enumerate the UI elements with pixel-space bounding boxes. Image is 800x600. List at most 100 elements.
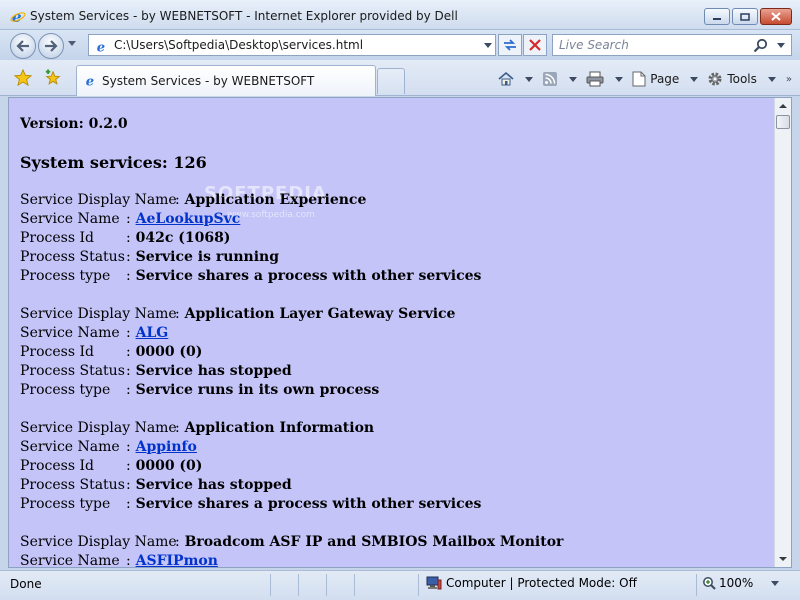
scroll-up-button[interactable]: [775, 98, 791, 114]
process-status-value: : Service has stopped: [126, 477, 292, 493]
tools-dropdown-icon[interactable]: [767, 76, 776, 82]
service-name-link[interactable]: AeLookupSvc: [136, 211, 241, 227]
window-title: System Services - by WEBNETSOFT - Intern…: [30, 9, 458, 23]
search-box[interactable]: Live Search: [552, 34, 792, 56]
scroll-thumb[interactable]: [776, 115, 790, 129]
service-name-label: Service Name: [20, 553, 120, 567]
command-bar: Page Tools »: [495, 68, 792, 90]
process-id-label: Process Id: [20, 458, 94, 474]
tab-bar: e System Services - by WEBNETSOFT Page T…: [0, 60, 800, 96]
zoom-dropdown-icon[interactable]: [771, 580, 780, 586]
refresh-button[interactable]: [498, 34, 522, 56]
minimize-icon: [713, 17, 721, 20]
display-name-value: : Application Layer Gateway Service: [175, 306, 456, 322]
tools-menu-button[interactable]: Tools: [704, 68, 760, 90]
window-controls: [704, 8, 792, 25]
process-id-value: : 042c (1068): [126, 230, 231, 246]
feeds-button[interactable]: [539, 68, 561, 90]
service-name-link[interactable]: Appinfo: [136, 439, 197, 455]
more-tools-chevron[interactable]: »: [786, 74, 792, 85]
service-name-label: Service Name: [20, 325, 120, 341]
search-options-dropdown-icon[interactable]: [777, 43, 785, 48]
svg-text:e: e: [86, 74, 94, 87]
print-button[interactable]: [583, 68, 607, 90]
refresh-icon: [504, 39, 516, 51]
search-placeholder[interactable]: Live Search: [559, 38, 629, 52]
minimize-button[interactable]: [704, 8, 730, 25]
computer-icon: [426, 576, 442, 590]
status-divider: [326, 574, 327, 596]
process-type-value: : Service shares a process with other se…: [126, 268, 482, 284]
services-count-heading: System services: 126: [20, 153, 207, 172]
address-url[interactable]: C:\Users\Softpedia\Desktop\services.html: [114, 38, 363, 52]
scroll-up-icon: [779, 104, 787, 108]
tab-label[interactable]: System Services - by WEBNETSOFT: [102, 74, 314, 88]
forward-arrow-icon: [45, 40, 58, 52]
page-viewport: Version: 0.2.0 System services: 126 SOFT…: [8, 97, 792, 568]
tab-active[interactable]: e System Services - by WEBNETSOFT: [76, 65, 376, 96]
status-divider: [354, 574, 355, 596]
service-name-value: : ASFIPmon: [126, 553, 218, 567]
close-button[interactable]: [760, 8, 792, 25]
tools-menu-label[interactable]: Tools: [727, 72, 757, 86]
add-to-favorites-icon[interactable]: [44, 69, 62, 90]
zoom-control[interactable]: 100%: [702, 576, 785, 590]
search-icon[interactable]: [753, 38, 769, 57]
process-type-value: : Service runs in its own process: [126, 382, 380, 398]
status-text: Done: [10, 577, 42, 591]
maximize-button[interactable]: [732, 8, 758, 25]
scroll-down-button[interactable]: [775, 551, 791, 567]
process-status-value: : Service is running: [126, 249, 280, 265]
status-divider: [696, 574, 697, 596]
service-name-value: : AeLookupSvc: [126, 211, 241, 227]
process-status-label: Process Status: [20, 477, 125, 493]
service-name-link[interactable]: ASFIPmon: [136, 553, 218, 567]
rss-feed-icon: [543, 72, 558, 86]
process-id-value: : 0000 (0): [126, 344, 203, 360]
process-type-label: Process type: [20, 382, 111, 398]
vertical-scrollbar[interactable]: [774, 98, 791, 567]
favorites-star-icon[interactable]: [13, 68, 33, 90]
process-type-label: Process type: [20, 496, 111, 512]
print-dropdown-icon[interactable]: [615, 76, 624, 82]
forward-button[interactable]: [38, 33, 64, 59]
navigation-bar: e C:\Users\Softpedia\Desktop\services.ht…: [0, 30, 800, 60]
feeds-dropdown-icon[interactable]: [569, 76, 578, 82]
back-button[interactable]: [10, 33, 36, 59]
page-content: Version: 0.2.0 System services: 126 SOFT…: [9, 98, 775, 567]
service-entry: Service Display Name: Application Layer …: [20, 305, 760, 400]
status-divider: [298, 574, 299, 596]
process-type-label: Process type: [20, 268, 111, 284]
service-name-link[interactable]: ALG: [136, 325, 169, 341]
stop-button[interactable]: [523, 34, 547, 56]
page-menu-label[interactable]: Page: [650, 72, 679, 86]
status-divider: [270, 574, 271, 596]
display-name-value: : Application Experience: [175, 192, 367, 208]
process-status-value: : Service has stopped: [126, 363, 292, 379]
zoom-level: 100%: [719, 576, 754, 590]
recent-pages-dropdown[interactable]: [68, 41, 76, 46]
security-zone[interactable]: Computer | Protected Mode: Off: [426, 576, 637, 590]
home-dropdown-icon[interactable]: [525, 76, 534, 82]
home-icon: [498, 71, 514, 86]
display-name-label: Service Display Name: [20, 420, 177, 436]
process-type-value: : Service shares a process with other se…: [126, 496, 482, 512]
page-icon: [632, 71, 646, 87]
process-id-label: Process Id: [20, 344, 94, 360]
display-name-label: Service Display Name: [20, 306, 177, 322]
gear-icon: [708, 72, 722, 86]
process-status-label: Process Status: [20, 249, 125, 265]
internet-explorer-icon: e: [10, 8, 26, 27]
address-dropdown-icon[interactable]: [484, 43, 492, 48]
page-dropdown-icon[interactable]: [690, 76, 699, 82]
service-name-value: : ALG: [126, 325, 169, 341]
address-bar[interactable]: e C:\Users\Softpedia\Desktop\services.ht…: [88, 34, 496, 56]
svg-text:e: e: [97, 40, 105, 53]
service-entry: Service Display Name: Broadcom ASF IP an…: [20, 533, 760, 567]
page-menu-button[interactable]: Page: [629, 68, 682, 90]
version-heading: Version: 0.2.0: [20, 116, 128, 132]
new-tab-button[interactable]: [377, 68, 405, 94]
home-button[interactable]: [495, 68, 517, 90]
status-divider: [418, 574, 419, 596]
close-icon: [771, 12, 781, 21]
